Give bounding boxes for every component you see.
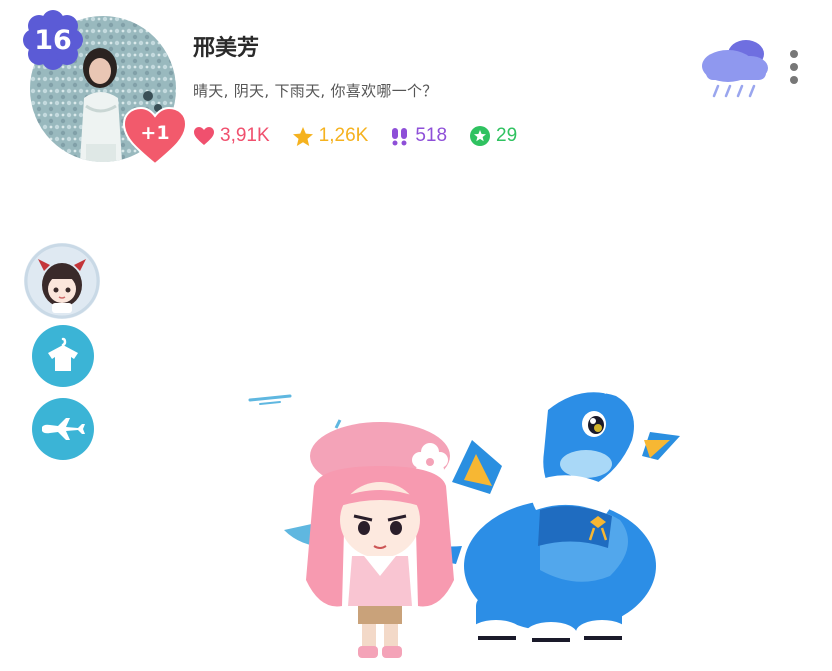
stat-footprints-value: 518 [415, 125, 448, 146]
stat-hearts-value: 3,91K [220, 125, 270, 146]
character-button[interactable] [24, 243, 100, 319]
stat-stars: 1,26K [292, 125, 369, 147]
travel-button[interactable] [32, 398, 94, 460]
airplane-icon [42, 418, 85, 440]
like-button[interactable]: +1 [122, 106, 188, 166]
stat-badges: 29 [469, 125, 517, 147]
stat-badges-value: 29 [496, 125, 518, 146]
heart-icon [194, 127, 214, 145]
like-count-label: +1 [140, 122, 170, 144]
level-badge: 16 [22, 10, 84, 70]
stat-footprints: 518 [390, 125, 447, 147]
stat-stars-value: 1,26K [318, 125, 369, 146]
wardrobe-button[interactable] [32, 325, 94, 387]
status-message: 晴天, 阴天, 下雨天, 你喜欢哪一个？ [193, 82, 438, 100]
flower-badge-icon [470, 126, 491, 146]
wardrobe-shirt-icon [48, 337, 78, 371]
star-icon [292, 126, 313, 146]
weather-button[interactable] [698, 38, 772, 100]
rain-cloud-icon [702, 40, 768, 98]
more-menu-button[interactable] [784, 48, 804, 88]
footprints-icon [392, 128, 408, 146]
level-number: 16 [34, 24, 72, 56]
pet-and-avatar-scene[interactable] [240, 370, 710, 667]
stats-row: 3,91K 1,26K 518 29 [193, 125, 539, 147]
character-scene-illustration [248, 374, 680, 658]
more-vertical-icon [790, 50, 798, 84]
username: 邢美芳 [193, 36, 260, 61]
stat-hearts: 3,91K [193, 125, 270, 147]
character-avatar-icon [24, 243, 100, 319]
